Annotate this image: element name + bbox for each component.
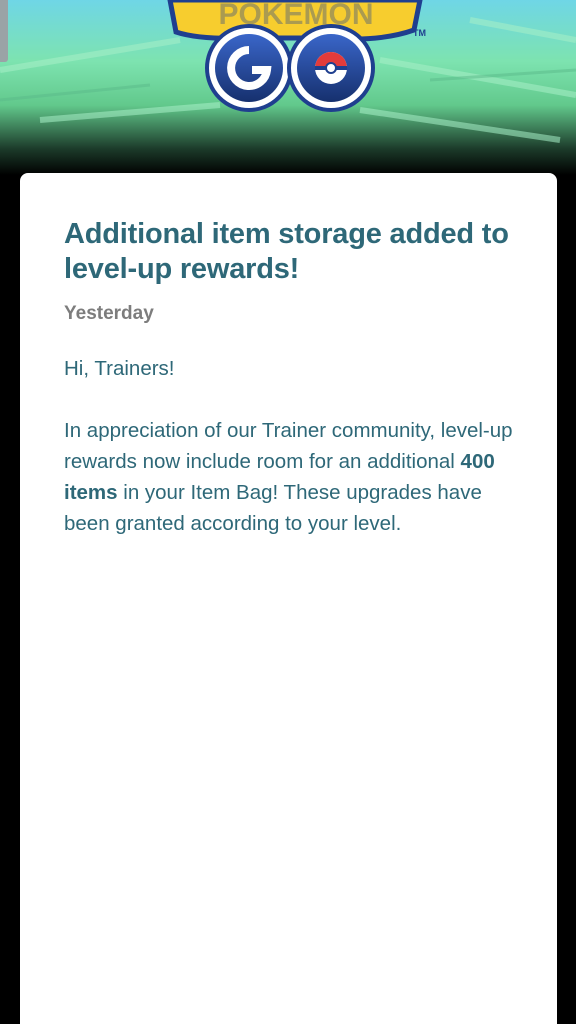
- pokemon-logo: POKÉMON TM: [167, 0, 426, 42]
- header-banner: POKÉMON TM: [0, 0, 576, 175]
- svg-text:TM: TM: [413, 28, 426, 38]
- news-card[interactable]: Additional item storage added to level-u…: [20, 173, 557, 1024]
- news-greeting: Hi, Trainers!: [64, 357, 175, 380]
- news-paragraph: In appreciation of our Trainer community…: [64, 415, 513, 539]
- body-text-before: In appreciation of our Trainer community…: [64, 419, 513, 473]
- news-title: Additional item storage added to level-u…: [64, 218, 509, 285]
- news-screen: POKÉMON TM Additional item storage added…: [0, 0, 576, 1024]
- side-scroll-tab[interactable]: [0, 0, 8, 62]
- news-date: Yesterday: [64, 303, 154, 324]
- banner-graphic: POKÉMON TM: [0, 0, 576, 175]
- body-text-after: in your Item Bag! These upgrades have be…: [64, 481, 482, 535]
